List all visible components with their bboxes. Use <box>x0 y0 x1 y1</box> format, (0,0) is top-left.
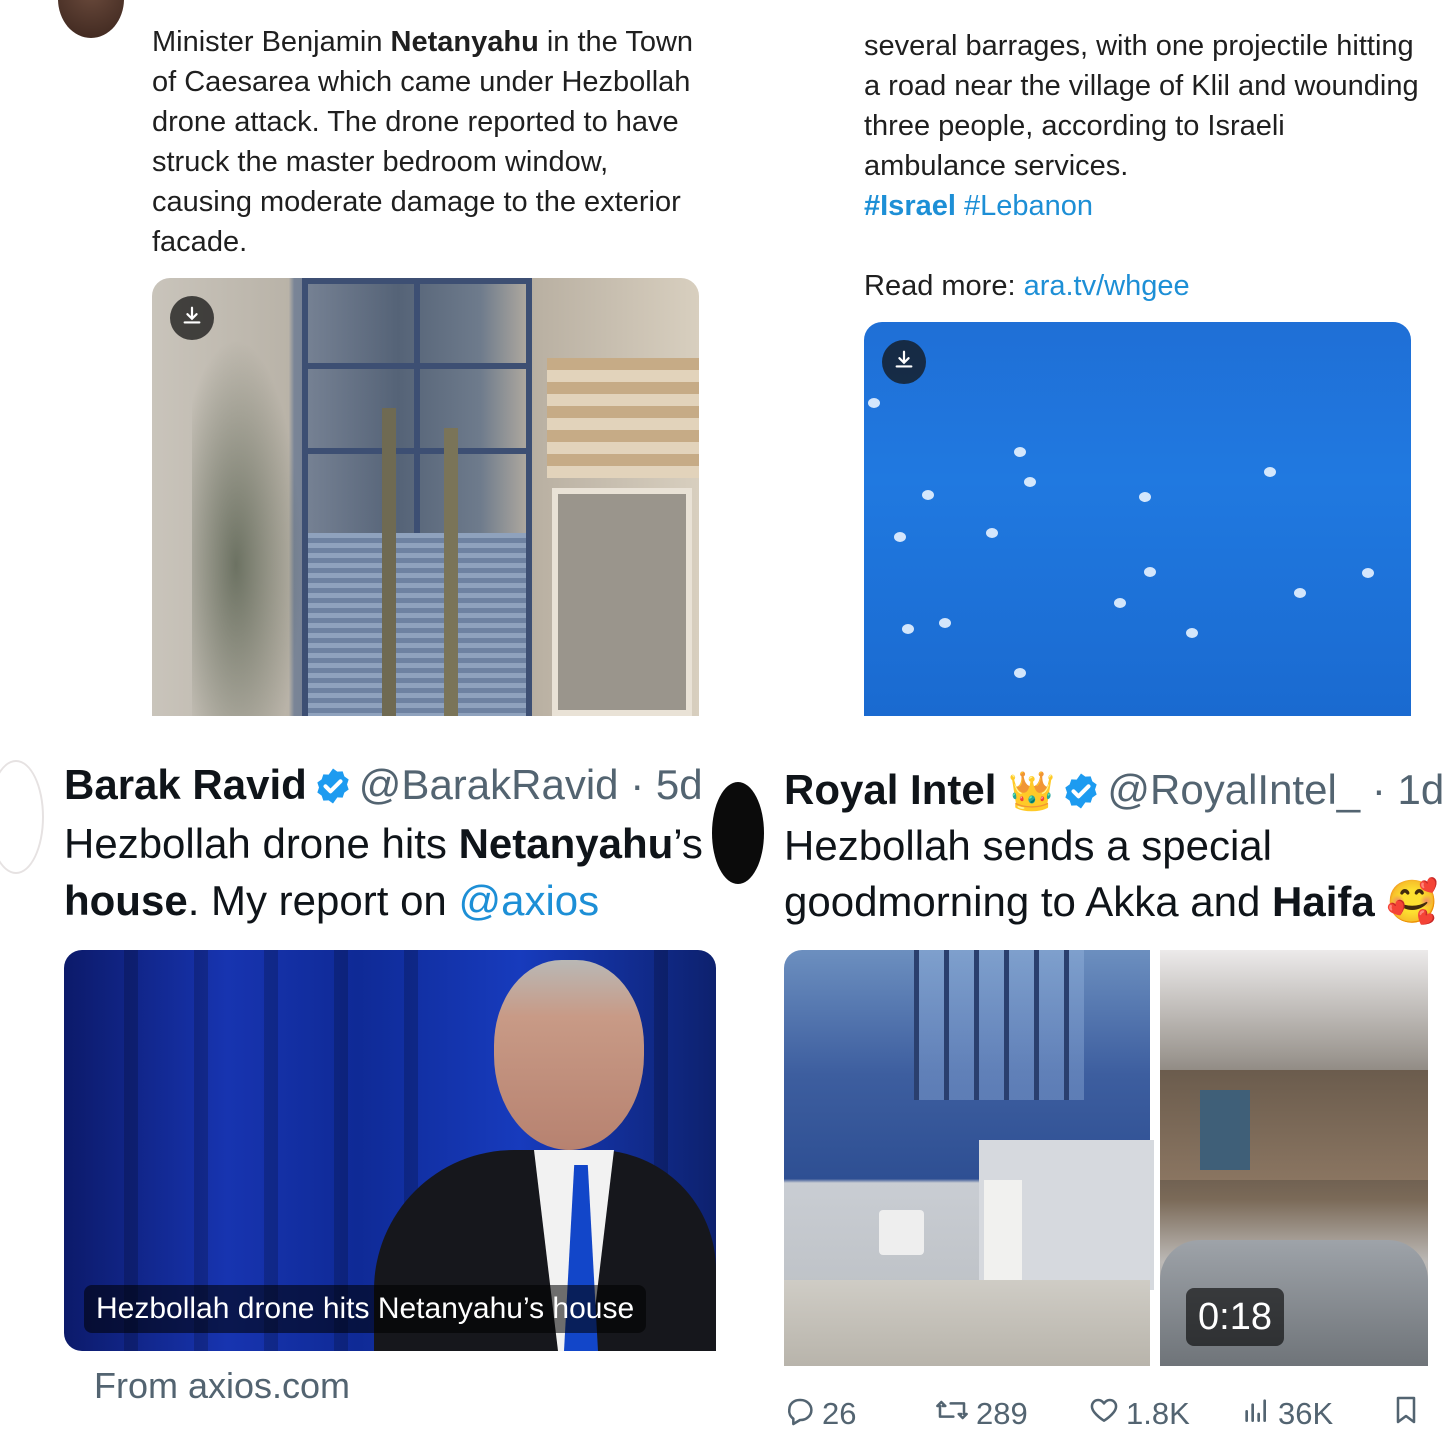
author-handle[interactable]: @RoyalIntel_ <box>1107 766 1360 813</box>
author-name[interactable]: Royal Intel <box>784 766 996 813</box>
timestamp[interactable]: 1d <box>1397 766 1444 813</box>
read-more-label: Read more: <box>864 270 1024 302</box>
avatar[interactable] <box>712 782 764 884</box>
tweet-header: Royal Intel 👑 @RoyalIntel_ · 1d <box>784 762 1456 818</box>
tweet-media-image[interactable] <box>784 950 1154 1366</box>
tweet-text-part: . My report on <box>187 877 459 924</box>
tweet-header: Barak Ravid @BarakRavid · 5d <box>64 757 714 813</box>
repost-button[interactable]: 289 <box>934 1390 1028 1438</box>
timestamp[interactable]: 5d <box>656 761 703 808</box>
avatar[interactable] <box>58 0 124 38</box>
download-icon <box>893 349 915 376</box>
smiling-face-emoji-icon: 🥰 <box>1386 878 1439 925</box>
reply-icon <box>784 1394 822 1434</box>
tweet-text-bold: Netanyahu <box>458 820 674 867</box>
reply-count: 26 <box>822 1396 857 1431</box>
video-duration: 0:18 <box>1186 1288 1284 1346</box>
views-chart-icon <box>1240 1394 1278 1434</box>
author-handle[interactable]: @BarakRavid <box>359 761 619 808</box>
tweet-text: several barrages, with one projectile hi… <box>864 26 1424 226</box>
hashtag-link[interactable]: #Lebanon <box>964 190 1093 222</box>
separator: · <box>1360 766 1398 813</box>
tweet-actions: 26 289 1.8K 36K <box>784 1390 1444 1438</box>
download-icon <box>181 305 203 332</box>
link-card-source[interactable]: From axios.com <box>94 1362 350 1410</box>
bookmark-icon <box>1390 1393 1428 1435</box>
tweet-text-part: ’s <box>673 820 703 867</box>
views-count: 36K <box>1278 1396 1334 1431</box>
verified-badge-icon <box>313 764 353 804</box>
separator: · <box>618 761 656 808</box>
heart-icon <box>1088 1394 1126 1434</box>
tweet-text: Hezbollah drone hits Netanyahu’s house. … <box>64 815 716 935</box>
avatar[interactable] <box>0 760 44 874</box>
download-button[interactable] <box>170 296 214 340</box>
reply-button[interactable]: 26 <box>784 1390 856 1438</box>
tweet-text-part: several barrages, with one projectile hi… <box>864 30 1419 182</box>
tweet-media-image[interactable] <box>152 278 699 716</box>
read-more: Read more: ara.tv/whgee <box>864 266 1190 306</box>
read-more-link[interactable]: ara.tv/whgee <box>1024 270 1190 302</box>
tweet-text-bold: Netanyahu <box>390 26 539 58</box>
tweet-text-bold: house <box>64 877 188 924</box>
verified-badge-icon <box>1061 769 1101 809</box>
tweet-text: Minister Benjamin Netanyahu in the Town … <box>152 22 712 262</box>
like-button[interactable]: 1.8K <box>1088 1390 1190 1438</box>
like-count: 1.8K <box>1126 1396 1190 1431</box>
crown-emoji-icon: 👑 <box>1008 771 1056 813</box>
tweet-text-part: Hezbollah sends a special goodmorning to… <box>784 822 1273 925</box>
tweet-media-video[interactable] <box>864 322 1411 716</box>
hashtag-link[interactable]: #Israel <box>864 190 956 222</box>
mention-link[interactable]: @axios <box>458 877 599 924</box>
download-button[interactable] <box>882 340 926 384</box>
repost-icon <box>934 1394 976 1434</box>
tweet-text-part: in the Town of Caesarea which came under… <box>152 26 694 258</box>
tweet-text-bold: Haifa <box>1272 878 1375 925</box>
tweet-text: Hezbollah sends a special goodmorning to… <box>784 818 1456 938</box>
repost-count: 289 <box>976 1396 1028 1431</box>
views-button[interactable]: 36K <box>1240 1390 1333 1438</box>
tweet-text-part: Minister Benjamin <box>152 26 391 58</box>
link-card-caption: Hezbollah drone hits Netanyahu’s house <box>84 1285 647 1333</box>
bookmark-button[interactable] <box>1390 1390 1428 1438</box>
author-name[interactable]: Barak Ravid <box>64 761 307 808</box>
tweet-text-part: Hezbollah drone hits <box>64 820 459 867</box>
